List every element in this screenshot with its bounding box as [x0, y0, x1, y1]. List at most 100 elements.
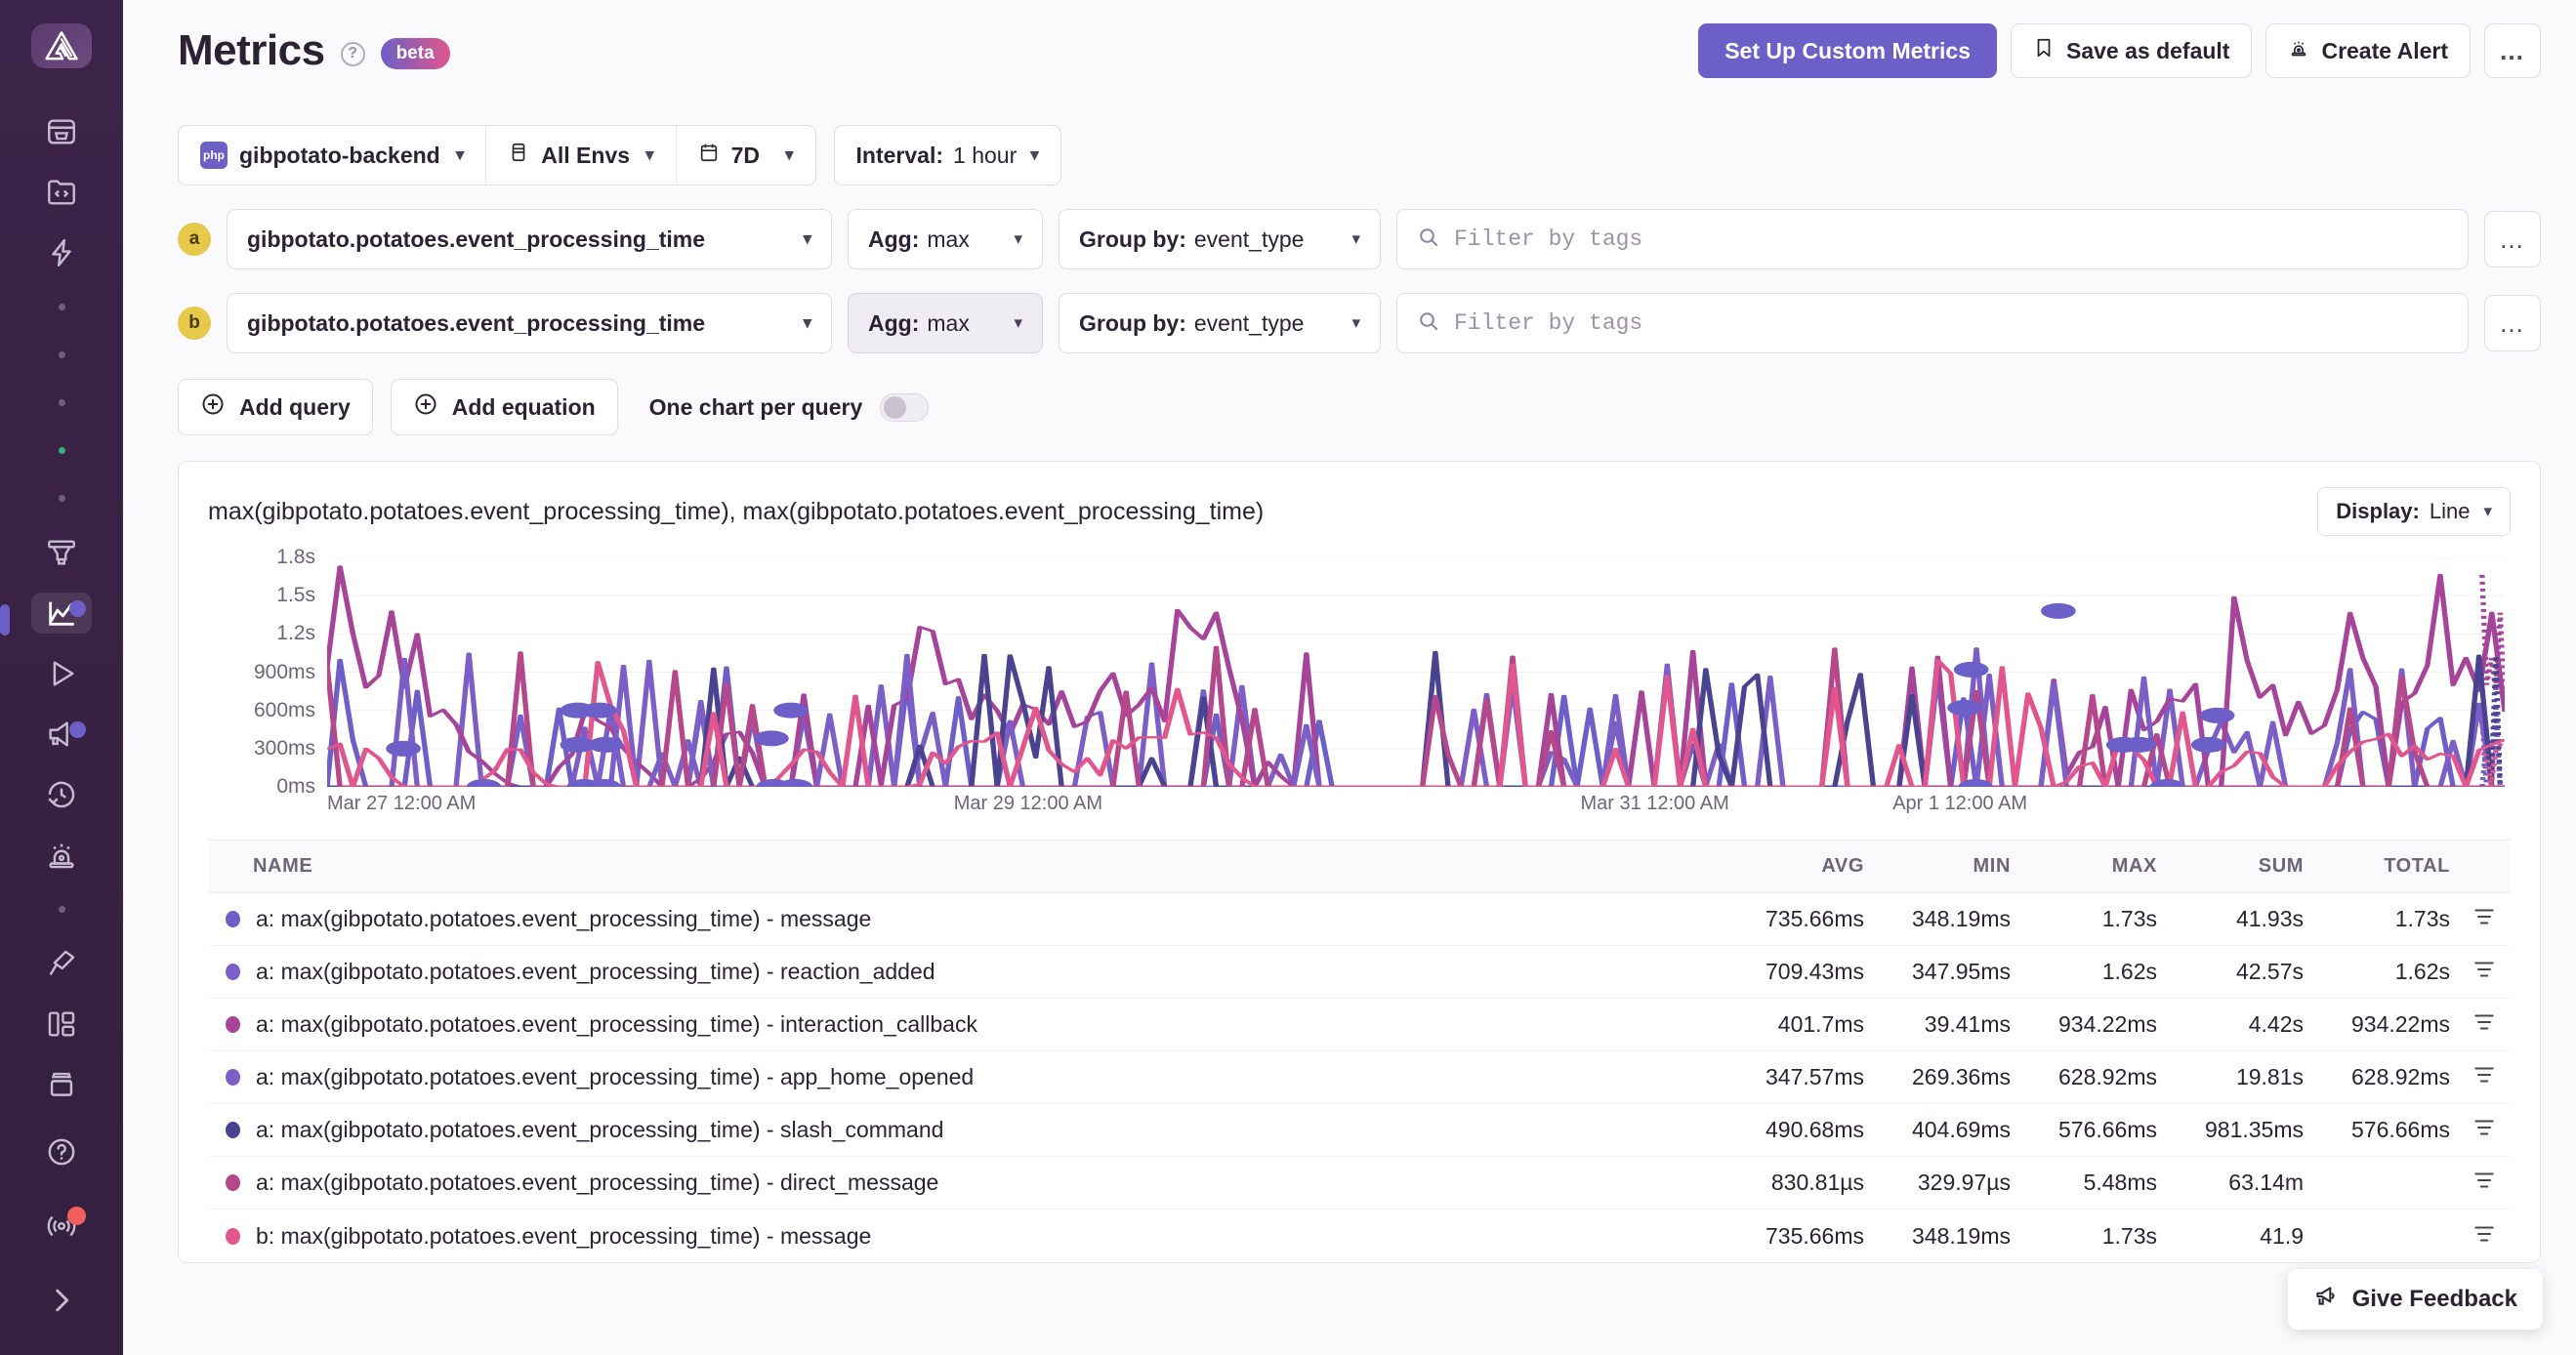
table-row[interactable]: b: max(gibpotato.potatoes.event_processi…	[208, 1210, 2511, 1262]
row-actions[interactable]	[2450, 1062, 2511, 1092]
series-name-cell: a: max(gibpotato.potatoes.event_processi…	[208, 1011, 1718, 1038]
metric-selector-a[interactable]: gibpotato.potatoes.event_processing_time…	[227, 209, 832, 269]
interval-label: Interval:	[855, 142, 944, 168]
cell-sum: 981.35ms	[2204, 1117, 2304, 1142]
row-actions[interactable]	[2450, 1009, 2511, 1040]
setup-custom-metrics-button[interactable]: Set Up Custom Metrics	[1698, 23, 1997, 78]
query-more-button-b[interactable]: …	[2484, 295, 2541, 351]
tag-filter-input-a[interactable]	[1454, 226, 2448, 252]
chart-event-marker[interactable]	[2041, 602, 2076, 619]
series-name-text: a: max(gibpotato.potatoes.event_processi…	[256, 1170, 939, 1195]
sidebar-item-dashboards[interactable]	[31, 1004, 92, 1045]
series-color-swatch	[226, 1227, 240, 1245]
sidebar-item-crons[interactable]	[31, 774, 92, 815]
project-selector-label: gibpotato-backend	[239, 142, 440, 168]
one-chart-per-query-toggle[interactable]	[880, 392, 930, 422]
question-mark-icon[interactable]: ?	[340, 41, 365, 66]
column-header-min[interactable]: MIN	[1864, 855, 2011, 878]
series-settings-icon[interactable]	[2472, 1168, 2497, 1198]
filter-bar: php gibpotato-backend ▾ All Envs ▾ 7D ▾ …	[178, 102, 2541, 185]
column-header-sum[interactable]: SUM	[2157, 855, 2304, 878]
date-range-selector[interactable]: 7D ▾	[675, 126, 815, 185]
tag-filter-b[interactable]	[1396, 293, 2469, 353]
row-actions[interactable]	[2450, 957, 2511, 987]
sidebar-item-issues[interactable]	[31, 111, 92, 152]
environment-selector[interactable]: All Envs ▾	[485, 126, 675, 185]
sidebar-item-help[interactable]	[31, 1125, 92, 1179]
table-row[interactable]: a: max(gibpotato.potatoes.event_processi…	[208, 999, 2511, 1051]
series-settings-icon[interactable]	[2472, 1115, 2497, 1145]
sidebar-item-alerts[interactable]	[31, 835, 92, 876]
chart-plot[interactable]	[324, 556, 2508, 795]
sidebar-item-metrics[interactable]	[0, 593, 92, 636]
chart-event-marker[interactable]	[754, 730, 789, 747]
series-settings-icon[interactable]	[2472, 1221, 2497, 1252]
series-settings-icon[interactable]	[2472, 1062, 2497, 1092]
sidebar-item-whats-new[interactable]	[31, 1199, 92, 1253]
create-alert-button[interactable]: Create Alert	[2265, 23, 2471, 78]
chart-event-marker[interactable]	[588, 736, 624, 753]
row-actions[interactable]	[2450, 1115, 2511, 1145]
series-settings-icon[interactable]	[2472, 957, 2497, 987]
table-row[interactable]: a: max(gibpotato.potatoes.event_processi…	[208, 946, 2511, 999]
metric-selector-b[interactable]: gibpotato.potatoes.event_processing_time…	[227, 293, 832, 353]
add-equation-button[interactable]: Add equation	[390, 379, 618, 435]
column-header-name[interactable]: NAME	[208, 855, 1718, 878]
table-row[interactable]: a: max(gibpotato.potatoes.event_processi…	[208, 1051, 2511, 1104]
row-actions[interactable]	[2450, 904, 2511, 934]
chart-event-marker[interactable]	[2190, 736, 2226, 753]
sidebar-item-projects[interactable]	[31, 172, 92, 213]
sentry-logo-icon[interactable]	[31, 23, 92, 69]
column-header-total[interactable]: TOTAL	[2304, 855, 2450, 878]
add-query-button[interactable]: Add query	[178, 379, 373, 435]
chart-event-marker[interactable]	[1953, 661, 1989, 678]
sidebar-item-performance[interactable]	[31, 232, 92, 273]
group-by-selector-a[interactable]: Group by: event_type ▾	[1059, 209, 1381, 269]
interval-selector[interactable]: Interval: 1 hour ▾	[833, 125, 1061, 185]
group-by-value-a: event_type	[1193, 226, 1305, 252]
metric-name-b: gibpotato.potatoes.event_processing_time	[247, 309, 706, 336]
user-feedback-new-badge-dot	[69, 721, 86, 739]
chart-event-marker[interactable]	[2199, 707, 2235, 723]
chart-event-marker[interactable]	[386, 740, 421, 757]
chart-event-marker[interactable]	[581, 702, 617, 719]
sidebar-item-profiling[interactable]	[31, 1064, 92, 1105]
header-more-button[interactable]: …	[2484, 23, 2541, 78]
table-row[interactable]: a: max(gibpotato.potatoes.event_processi…	[208, 1157, 2511, 1210]
chevron-down-icon: ▾	[803, 229, 811, 248]
agg-selector-a[interactable]: Agg: max ▾	[848, 209, 1043, 269]
save-as-default-button[interactable]: Save as default	[2010, 23, 2253, 78]
row-actions[interactable]	[2450, 1221, 2511, 1252]
sidebar-item-releases[interactable]	[31, 532, 92, 573]
series-table-body: a: max(gibpotato.potatoes.event_processi…	[208, 893, 2511, 1262]
table-row[interactable]: a: max(gibpotato.potatoes.event_processi…	[208, 893, 2511, 946]
sidebar-item-user-feedback[interactable]	[31, 714, 92, 755]
agg-selector-b[interactable]: Agg: max ▾	[848, 293, 1043, 353]
project-selector[interactable]: php gibpotato-backend ▾	[179, 126, 485, 185]
series-settings-icon[interactable]	[2472, 1009, 2497, 1040]
plus-circle-icon	[413, 391, 438, 423]
tag-filter-a[interactable]	[1396, 209, 2469, 269]
chart-event-marker[interactable]	[2121, 736, 2157, 753]
display-type-selector[interactable]: Display: Line ▾	[2317, 487, 2511, 536]
sidebar-item-replays[interactable]	[31, 653, 92, 694]
tag-filter-input-b[interactable]	[1454, 310, 2448, 336]
give-feedback-button[interactable]: Give Feedback	[2287, 1269, 2543, 1330]
chart-event-marker[interactable]	[777, 779, 813, 795]
series-color-swatch	[226, 1069, 240, 1086]
sidebar-expand-button[interactable]	[31, 1273, 92, 1328]
table-row[interactable]: a: max(gibpotato.potatoes.event_processi…	[208, 1104, 2511, 1157]
column-header-max[interactable]: MAX	[2011, 855, 2157, 878]
x-tick-label: Mar 29 12:00 AM	[953, 793, 1103, 814]
chart-event-marker[interactable]	[466, 779, 502, 795]
chart-event-marker[interactable]	[773, 702, 809, 719]
series-settings-icon[interactable]	[2472, 904, 2497, 934]
plus-circle-icon	[200, 391, 226, 423]
row-actions[interactable]	[2450, 1168, 2511, 1198]
column-header-avg[interactable]: AVG	[1718, 855, 1864, 878]
group-by-selector-b[interactable]: Group by: event_type ▾	[1059, 293, 1381, 353]
chart-event-marker[interactable]	[1947, 700, 1982, 717]
sidebar-bottom	[31, 1115, 92, 1355]
sidebar-item-discover[interactable]	[31, 943, 92, 984]
query-more-button-a[interactable]: …	[2484, 211, 2541, 267]
